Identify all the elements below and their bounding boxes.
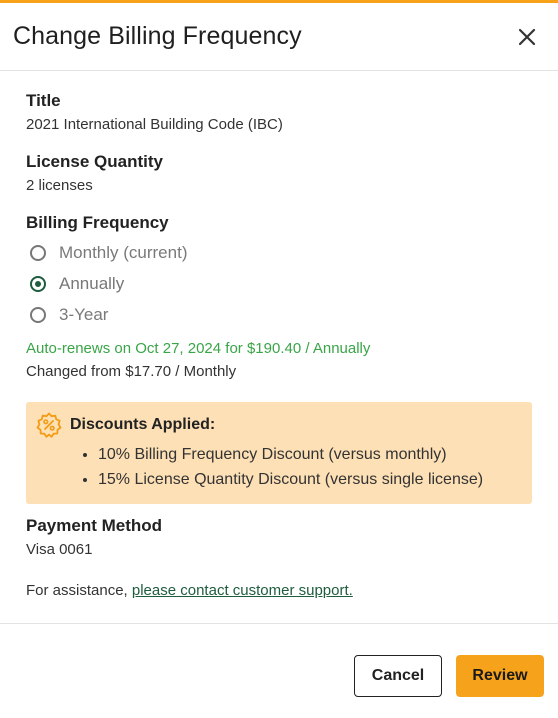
discounts-list: 10% Billing Frequency Discount (versus m… bbox=[36, 442, 518, 492]
dialog-header: Change Billing Frequency bbox=[0, 3, 558, 71]
title-label: Title bbox=[26, 91, 61, 110]
close-button[interactable] bbox=[514, 24, 540, 50]
dialog-body: Title 2021 International Building Code (… bbox=[0, 71, 558, 599]
radio-button[interactable] bbox=[30, 306, 46, 323]
radio-option-3-year[interactable]: 3-Year bbox=[30, 299, 532, 330]
radio-option-monthly[interactable]: Monthly (current) bbox=[30, 237, 532, 268]
license-quantity-value: 2 licenses bbox=[26, 177, 93, 194]
dialog-title: Change Billing Frequency bbox=[13, 22, 302, 50]
discounts-header: Discounts Applied: bbox=[36, 412, 518, 438]
assistance-text: For assistance, please contact customer … bbox=[26, 582, 532, 599]
billing-frequency-label: Billing Frequency bbox=[26, 213, 169, 232]
review-button[interactable]: Review bbox=[456, 655, 544, 697]
discount-item: 10% Billing Frequency Discount (versus m… bbox=[98, 442, 518, 467]
change-billing-dialog: Change Billing Frequency Title 2021 Inte… bbox=[0, 0, 558, 717]
assistance-prefix: For assistance, bbox=[26, 582, 132, 599]
discounts-title: Discounts Applied: bbox=[70, 416, 216, 433]
cancel-button[interactable]: Cancel bbox=[354, 655, 442, 697]
radio-label: Annually bbox=[59, 273, 125, 293]
radio-label: 3-Year bbox=[59, 304, 109, 324]
title-value: 2021 International Building Code (IBC) bbox=[26, 116, 283, 133]
radio-button[interactable] bbox=[30, 244, 46, 261]
payment-method-label: Payment Method bbox=[26, 516, 163, 535]
license-quantity-label: License Quantity bbox=[26, 152, 163, 171]
autorenew-text: Auto-renews on Oct 27, 2024 for $190.40 … bbox=[26, 340, 371, 357]
payment-method-value: Visa 0061 bbox=[26, 541, 93, 558]
radio-option-annually[interactable]: Annually bbox=[30, 268, 532, 299]
dialog-footer: Cancel Review bbox=[0, 623, 558, 718]
contact-support-link[interactable]: please contact customer support. bbox=[132, 582, 353, 599]
radio-button-selected[interactable] bbox=[30, 275, 46, 292]
radio-label: Monthly (current) bbox=[59, 242, 188, 262]
discount-badge-icon bbox=[36, 412, 62, 438]
changed-from-text: Changed from $17.70 / Monthly bbox=[26, 363, 237, 380]
close-icon bbox=[518, 28, 536, 45]
discount-item: 15% License Quantity Discount (versus si… bbox=[98, 467, 518, 492]
discounts-panel: Discounts Applied: 10% Billing Frequency… bbox=[26, 402, 532, 504]
